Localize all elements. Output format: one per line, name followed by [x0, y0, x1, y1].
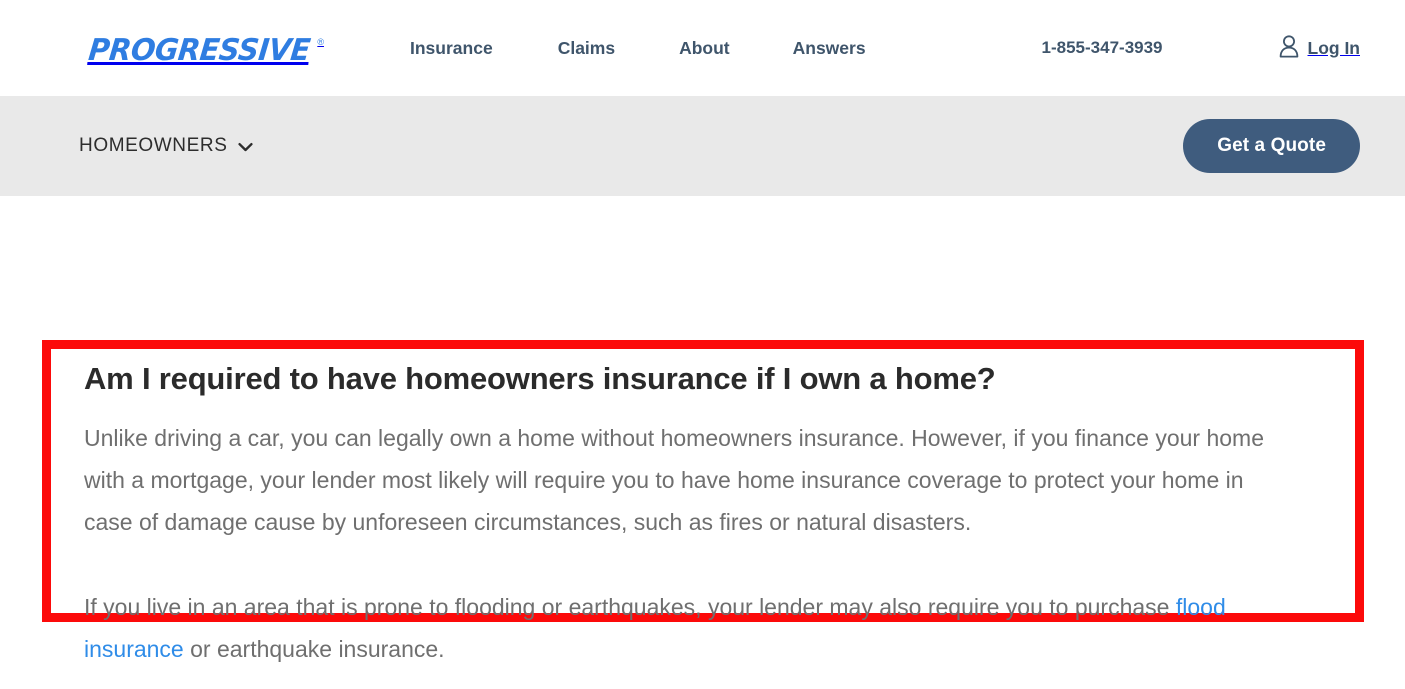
nav-item-claims[interactable]: Claims	[558, 38, 615, 59]
faq-article: Am I required to have homeowners insuran…	[84, 360, 1324, 670]
nav-item-answers[interactable]: Answers	[793, 38, 866, 59]
progressive-logo[interactable]: PROGRESSIVE ®	[84, 33, 324, 68]
nav-item-about[interactable]: About	[679, 38, 730, 59]
logo-wordmark: PROGRESSIVE	[86, 33, 312, 68]
product-subheader: HOMEOWNERS Get a Quote	[0, 96, 1405, 196]
login-button[interactable]: Log In	[1278, 34, 1360, 63]
header-utility-group: 1-855-347-3939 Log In	[1042, 0, 1360, 96]
article-paragraph-2: If you live in an area that is prone to …	[84, 587, 1294, 671]
get-a-quote-button[interactable]: Get a Quote	[1183, 119, 1360, 173]
primary-navigation: Insurance Claims About Answers	[410, 0, 866, 96]
site-header: PROGRESSIVE ® Insurance Claims About Ans…	[0, 0, 1405, 96]
page-title: Am I required to have homeowners insuran…	[84, 361, 996, 396]
nav-item-insurance[interactable]: Insurance	[410, 38, 493, 59]
paragraph-2-text-after: or earthquake insurance.	[183, 635, 445, 662]
login-label: Log In	[1307, 37, 1360, 58]
page-content: Am I required to have homeowners insuran…	[0, 196, 1405, 689]
person-icon	[1278, 34, 1300, 63]
chevron-down-icon	[237, 139, 253, 157]
product-dropdown-label: HOMEOWNERS	[79, 135, 228, 156]
paragraph-2-text-before: If you live in an area that is prone to …	[84, 593, 1176, 620]
product-dropdown[interactable]: HOMEOWNERS	[79, 135, 253, 157]
article-paragraph-1: Unlike driving a car, you can legally ow…	[84, 425, 1265, 535]
phone-number-link[interactable]: 1-855-347-3939	[1042, 38, 1163, 58]
registered-trademark-icon: ®	[317, 37, 324, 47]
